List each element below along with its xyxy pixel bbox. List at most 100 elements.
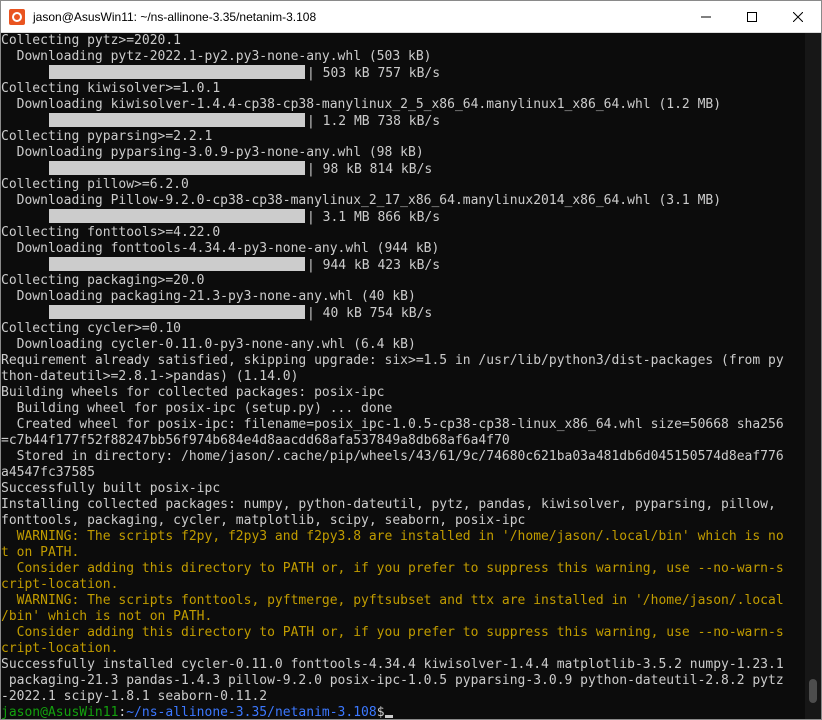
output-line: Installing collected packages: numpy, py… [1, 497, 805, 513]
output-line: Downloading pytz-2022.1-py2.py3-none-any… [1, 49, 805, 65]
line-text: cript-location. [1, 577, 119, 592]
warning-line: /bin' which is not on PATH. [1, 609, 805, 625]
output-line: Building wheels for collected packages: … [1, 385, 805, 401]
terminal-window: jason@AsusWin11: ~/ns-allinone-3.35/neta… [0, 0, 822, 720]
output-line: Building wheel for posix-ipc (setup.py) … [1, 401, 805, 417]
text-cursor [384, 715, 393, 718]
output-line: Downloading Pillow-9.2.0-cp38-cp38-manyl… [1, 193, 805, 209]
output-line: -2022.1 scipy-1.8.1 seaborn-0.11.2 [1, 689, 805, 705]
output-line: Created wheel for posix-ipc: filename=po… [1, 417, 805, 433]
output-line: thon-dateutil>=2.8.1->pandas) (1.14.0) [1, 369, 805, 385]
download-progress-bar [49, 257, 305, 271]
line-text: Collecting kiwisolver>=1.0.1 [1, 81, 221, 96]
line-text: Collecting packaging>=20.0 [1, 273, 205, 288]
line-text: Collecting pyparsing>=2.2.1 [1, 129, 213, 144]
maximize-button[interactable] [729, 1, 775, 32]
prompt-path: ~/ns-allinone-3.35/netanim-3.108 [126, 705, 377, 719]
warning-line: t on PATH. [1, 545, 805, 561]
output-line: Collecting pillow>=6.2.0 [1, 177, 805, 193]
download-progress-bar [49, 305, 305, 319]
line-text: Building wheels for collected packages: … [1, 385, 385, 400]
download-progress-bar [49, 161, 305, 175]
line-text: =c7b44f177f52f88247bb56f974b684e4d8aacdd… [1, 433, 510, 448]
output-line: Requirement already satisfied, skipping … [1, 353, 805, 369]
ubuntu-icon[interactable] [9, 8, 25, 25]
line-text: Downloading kiwisolver-1.4.4-cp38-cp38-m… [1, 97, 722, 112]
download-progress-bar [49, 209, 305, 223]
line-text: -2022.1 scipy-1.8.1 seaborn-0.11.2 [1, 689, 268, 704]
close-button[interactable] [775, 1, 821, 32]
output-line: Successfully installed cycler-0.11.0 fon… [1, 657, 805, 673]
line-text: Downloading pytz-2022.1-py2.py3-none-any… [1, 49, 432, 64]
output-line: Downloading pyparsing-3.0.9-py3-none-any… [1, 145, 805, 161]
line-text: Downloading pyparsing-3.0.9-py3-none-any… [1, 145, 424, 160]
output-line: Downloading kiwisolver-1.4.4-cp38-cp38-m… [1, 97, 805, 113]
scrollbar-thumb[interactable] [809, 679, 817, 703]
prompt-user: jason@AsusWin11 [1, 705, 119, 719]
download-progress-bar [49, 65, 305, 79]
line-text: | 3.1 MB 866 kB/s [307, 210, 441, 225]
line-text: fonttools, packaging, cycler, matplotlib… [1, 513, 526, 528]
line-text: Downloading packaging-21.3-py3-none-any.… [1, 289, 416, 304]
output-line: Collecting cycler>=0.10 [1, 321, 805, 337]
progress-line: | 3.1 MB 866 kB/s [1, 209, 805, 225]
output-line: Successfully built posix-ipc [1, 481, 805, 497]
output-line: Collecting pyparsing>=2.2.1 [1, 129, 805, 145]
title-bar[interactable]: jason@AsusWin11: ~/ns-allinone-3.35/neta… [1, 1, 821, 33]
line-text: a4547fc37585 [1, 465, 95, 480]
line-text: WARNING: The scripts fonttools, pyftmerg… [1, 593, 784, 608]
output-line: Collecting pytz>=2020.1 [1, 33, 805, 49]
warning-line: cript-location. [1, 641, 805, 657]
minimize-button[interactable] [683, 1, 729, 32]
line-text: Successfully built posix-ipc [1, 481, 221, 496]
output-line: Downloading cycler-0.11.0-py3-none-any.w… [1, 337, 805, 353]
prompt-symbol: $ [376, 705, 385, 719]
line-text: Downloading cycler-0.11.0-py3-none-any.w… [1, 337, 416, 352]
line-text: Consider adding this directory to PATH o… [1, 561, 784, 576]
progress-line: | 1.2 MB 738 kB/s [1, 113, 805, 129]
output-line: packaging-21.3 pandas-1.4.3 pillow-9.2.0… [1, 673, 805, 689]
maximize-icon [747, 11, 757, 22]
line-text: thon-dateutil>=2.8.1->pandas) (1.14.0) [1, 369, 299, 384]
line-text: cript-location. [1, 641, 119, 656]
window-controls [683, 1, 821, 32]
terminal-output[interactable]: Collecting pytz>=2020.1 Downloading pytz… [1, 33, 805, 719]
output-line: Collecting packaging>=20.0 [1, 273, 805, 289]
line-text: | 1.2 MB 738 kB/s [307, 114, 441, 129]
line-text: Installing collected packages: numpy, py… [1, 497, 776, 512]
vertical-scrollbar[interactable] [805, 33, 821, 719]
progress-line: | 503 kB 757 kB/s [1, 65, 805, 81]
output-line: a4547fc37585 [1, 465, 805, 481]
download-progress-bar [49, 113, 305, 127]
close-icon [793, 11, 803, 22]
progress-line: | 944 kB 423 kB/s [1, 257, 805, 273]
output-line: =c7b44f177f52f88247bb56f974b684e4d8aacdd… [1, 433, 805, 449]
line-text: Collecting pillow>=6.2.0 [1, 177, 189, 192]
line-text: | 503 kB 757 kB/s [307, 66, 441, 81]
line-text: Collecting pytz>=2020.1 [1, 33, 182, 48]
output-line: Downloading fonttools-4.34.4-py3-none-an… [1, 241, 805, 257]
line-text: | 944 kB 423 kB/s [307, 258, 441, 273]
warning-line: WARNING: The scripts fonttools, pyftmerg… [1, 593, 805, 609]
progress-line: | 40 kB 754 kB/s [1, 305, 805, 321]
output-line: Downloading packaging-21.3-py3-none-any.… [1, 289, 805, 305]
line-text: | 98 kB 814 kB/s [307, 162, 433, 177]
warning-line: Consider adding this directory to PATH o… [1, 625, 805, 641]
window-title: jason@AsusWin11: ~/ns-allinone-3.35/neta… [33, 9, 317, 24]
output-line: Collecting fonttools>=4.22.0 [1, 225, 805, 241]
line-text: Requirement already satisfied, skipping … [1, 353, 784, 368]
warning-line: Consider adding this directory to PATH o… [1, 561, 805, 577]
output-line: Collecting kiwisolver>=1.0.1 [1, 81, 805, 97]
minimize-icon [701, 16, 711, 17]
line-text: Building wheel for posix-ipc (setup.py) … [1, 401, 393, 416]
line-text: Downloading fonttools-4.34.4-py3-none-an… [1, 241, 440, 256]
line-text: Stored in directory: /home/jason/.cache/… [1, 449, 784, 464]
output-line: Stored in directory: /home/jason/.cache/… [1, 449, 805, 465]
progress-line: | 98 kB 814 kB/s [1, 161, 805, 177]
warning-line: cript-location. [1, 577, 805, 593]
line-text: Successfully installed cycler-0.11.0 fon… [1, 657, 784, 672]
prompt-line[interactable]: jason@AsusWin11:~/ns-allinone-3.35/netan… [1, 705, 805, 719]
line-text: Collecting fonttools>=4.22.0 [1, 225, 221, 240]
line-text: Consider adding this directory to PATH o… [1, 625, 784, 640]
output-line: fonttools, packaging, cycler, matplotlib… [1, 513, 805, 529]
